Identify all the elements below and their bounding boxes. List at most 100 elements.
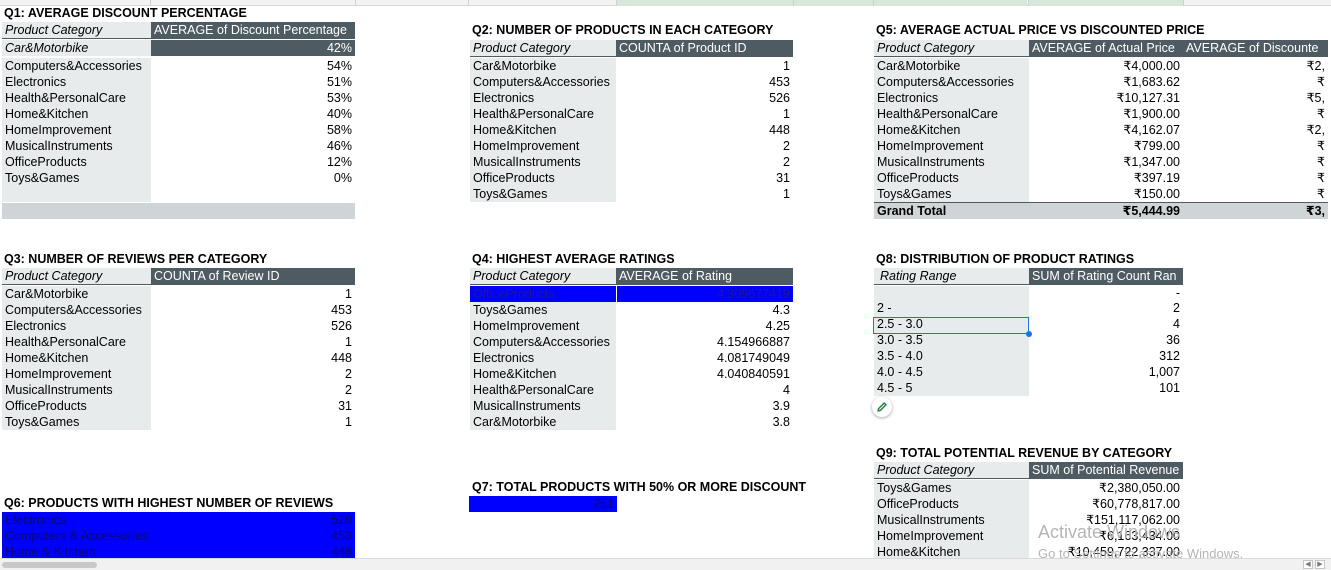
table-row-highlighted[interactable]: Computers & Accessories 453 bbox=[2, 528, 355, 544]
category-cell[interactable]: MusicalInstruments bbox=[470, 154, 616, 170]
category-cell[interactable]: HomeImprovement bbox=[2, 366, 151, 382]
value-cell[interactable]: 4 bbox=[616, 382, 793, 398]
category-cell[interactable]: HomeImprovement bbox=[470, 138, 616, 154]
q2-header-row[interactable]: Product Category COUNTA of Product ID bbox=[470, 40, 793, 57]
category-cell[interactable]: OfficeProducts bbox=[874, 170, 1029, 186]
table-row[interactable]: Toys&Games ₹2,380,050.00 bbox=[874, 480, 1183, 496]
table-row-highlighted[interactable]: OfficeProducts 4.309677419 bbox=[470, 286, 793, 302]
category-cell[interactable]: HomeImprovement bbox=[874, 138, 1029, 154]
category-cell[interactable]: Electronics bbox=[2, 74, 151, 90]
value-cell[interactable]: 4.3 bbox=[616, 302, 793, 318]
table-row[interactable]: OfficeProducts 12% bbox=[2, 154, 355, 170]
q1-first-row[interactable]: Car&Motorbike 42% bbox=[2, 40, 355, 56]
discounted-price-cell[interactable]: ₹ bbox=[1183, 138, 1328, 154]
category-cell[interactable]: OfficeProducts bbox=[470, 286, 616, 302]
value-cell[interactable]: 4.25 bbox=[616, 318, 793, 334]
q4-header-row[interactable]: Product Category AVERAGE of Rating bbox=[470, 268, 793, 285]
category-cell[interactable]: Computers&Accessories bbox=[874, 74, 1029, 90]
table-row[interactable]: 4.5 - 5 101 bbox=[874, 380, 1183, 396]
category-cell[interactable]: Home&Kitchen bbox=[470, 366, 616, 382]
table-row[interactable]: HomeImprovement 4.25 bbox=[470, 318, 793, 334]
table-row[interactable]: Car&Motorbike 1 bbox=[470, 58, 793, 74]
actual-price-cell[interactable]: ₹799.00 bbox=[1029, 138, 1183, 154]
table-row[interactable] bbox=[2, 186, 355, 202]
category-cell[interactable]: Computers&Accessories bbox=[470, 74, 616, 90]
table-row[interactable]: Home&Kitchen ₹4,162.07 ₹2, bbox=[874, 122, 1328, 138]
category-cell[interactable]: Computers&Accessories bbox=[2, 58, 151, 74]
discounted-price-cell[interactable]: ₹2, bbox=[1183, 122, 1328, 138]
category-cell[interactable]: OfficeProducts bbox=[874, 496, 1029, 512]
actual-price-cell[interactable]: ₹1,900.00 bbox=[1029, 106, 1183, 122]
q5-header-row[interactable]: Product Category AVERAGE of Actual Price… bbox=[874, 40, 1328, 57]
category-cell[interactable]: Toys&Games bbox=[874, 186, 1029, 202]
q5-header-actual[interactable]: AVERAGE of Actual Price bbox=[1029, 40, 1183, 57]
q8-header-range[interactable]: Rating Range bbox=[874, 268, 1029, 285]
q8-header-value[interactable]: SUM of Rating Count Ran bbox=[1029, 268, 1183, 285]
edit-pencil-button[interactable] bbox=[872, 397, 892, 417]
category-cell[interactable]: Home&Kitchen bbox=[470, 122, 616, 138]
q1-header-value[interactable]: AVERAGE of Discount Percentage bbox=[151, 22, 355, 39]
category-cell[interactable]: MusicalInstruments bbox=[2, 382, 151, 398]
table-row[interactable]: Electronics 51% bbox=[2, 74, 355, 90]
table-row[interactable]: - bbox=[874, 286, 1183, 300]
value-cell[interactable]: 2 bbox=[616, 154, 793, 170]
value-cell[interactable]: 0% bbox=[151, 170, 355, 186]
table-row[interactable]: Health&PersonalCare ₹1,900.00 ₹ bbox=[874, 106, 1328, 122]
table-row[interactable]: OfficeProducts ₹60,778,817.00 bbox=[874, 496, 1183, 512]
table-row[interactable]: Computers&Accessories 453 bbox=[2, 302, 355, 318]
table-row[interactable]: Electronics ₹10,127.31 ₹5, bbox=[874, 90, 1328, 106]
category-cell[interactable]: Toys&Games bbox=[2, 170, 151, 186]
table-row[interactable]: Computers&Accessories ₹1,683.62 ₹ bbox=[874, 74, 1328, 90]
fill-handle[interactable] bbox=[1026, 331, 1032, 337]
table-row[interactable]: Computers&Accessories 453 bbox=[470, 74, 793, 90]
table-row[interactable]: Health&PersonalCare 1 bbox=[470, 106, 793, 122]
category-cell[interactable]: Electronics bbox=[470, 350, 616, 366]
scrollbar-thumb[interactable] bbox=[2, 562, 97, 568]
category-cell[interactable]: Home&Kitchen bbox=[2, 106, 151, 122]
value-cell[interactable]: 1 bbox=[616, 106, 793, 122]
actual-price-cell[interactable]: ₹397.19 bbox=[1029, 170, 1183, 186]
category-cell[interactable]: Health&PersonalCare bbox=[470, 382, 616, 398]
empty-category-cell[interactable] bbox=[2, 186, 151, 202]
table-row[interactable]: Health&PersonalCare 53% bbox=[2, 90, 355, 106]
value-cell[interactable]: 2 bbox=[151, 382, 355, 398]
actual-price-cell[interactable]: ₹10,127.31 bbox=[1029, 90, 1183, 106]
q5-header-category[interactable]: Product Category bbox=[874, 40, 1029, 57]
table-row[interactable]: 4.0 - 4.5 1,007 bbox=[874, 364, 1183, 380]
value-cell[interactable]: 54% bbox=[151, 58, 355, 74]
table-row[interactable]: Home&Kitchen 40% bbox=[2, 106, 355, 122]
category-cell[interactable]: HomeImprovement bbox=[2, 122, 151, 138]
table-row[interactable]: Home&Kitchen 448 bbox=[2, 350, 355, 366]
q2-header-category[interactable]: Product Category bbox=[470, 40, 616, 57]
value-cell[interactable]: 526 bbox=[151, 512, 355, 528]
q1-first-category[interactable]: Car&Motorbike bbox=[2, 40, 151, 56]
q9-header-row[interactable]: Product Category SUM of Potential Revenu… bbox=[874, 462, 1183, 479]
value-cell[interactable]: 4.081749049 bbox=[616, 350, 793, 366]
category-cell[interactable]: Health&PersonalCare bbox=[470, 106, 616, 122]
category-cell[interactable]: Car&Motorbike bbox=[470, 414, 616, 430]
value-cell[interactable]: 448 bbox=[616, 122, 793, 138]
range-cell[interactable]: 4.0 - 4.5 bbox=[874, 364, 1029, 380]
value-cell[interactable]: 53% bbox=[151, 90, 355, 106]
horizontal-scrollbar[interactable]: ◀ ▶ bbox=[0, 558, 1331, 570]
category-cell[interactable]: Car&Motorbike bbox=[2, 286, 151, 302]
value-cell[interactable]: 453 bbox=[151, 302, 355, 318]
actual-price-cell[interactable]: ₹1,347.00 bbox=[1029, 154, 1183, 170]
value-cell[interactable]: 312 bbox=[1029, 348, 1183, 364]
value-cell[interactable]: 31 bbox=[616, 170, 793, 186]
table-row[interactable]: OfficeProducts 31 bbox=[2, 398, 355, 414]
q1-grand-total-bar[interactable] bbox=[2, 203, 355, 219]
range-cell[interactable]: 3.5 - 4.0 bbox=[874, 348, 1029, 364]
table-row[interactable]: HomeImprovement 2 bbox=[470, 138, 793, 154]
value-cell[interactable]: 2 bbox=[616, 138, 793, 154]
category-cell[interactable]: HomeImprovement bbox=[874, 528, 1029, 544]
table-row[interactable]: MusicalInstruments ₹1,347.00 ₹ bbox=[874, 154, 1328, 170]
value-cell[interactable]: ₹60,778,817.00 bbox=[1029, 496, 1183, 512]
value-cell[interactable]: 40% bbox=[151, 106, 355, 122]
q5-header-discounted[interactable]: AVERAGE of Discounte bbox=[1183, 40, 1328, 57]
table-row[interactable]: Toys&Games 4.3 bbox=[470, 302, 793, 318]
table-row[interactable]: MusicalInstruments 2 bbox=[2, 382, 355, 398]
table-row[interactable]: Car&Motorbike ₹4,000.00 ₹2, bbox=[874, 58, 1328, 74]
q4-header-value[interactable]: AVERAGE of Rating bbox=[616, 268, 793, 285]
value-cell[interactable]: 51% bbox=[151, 74, 355, 90]
